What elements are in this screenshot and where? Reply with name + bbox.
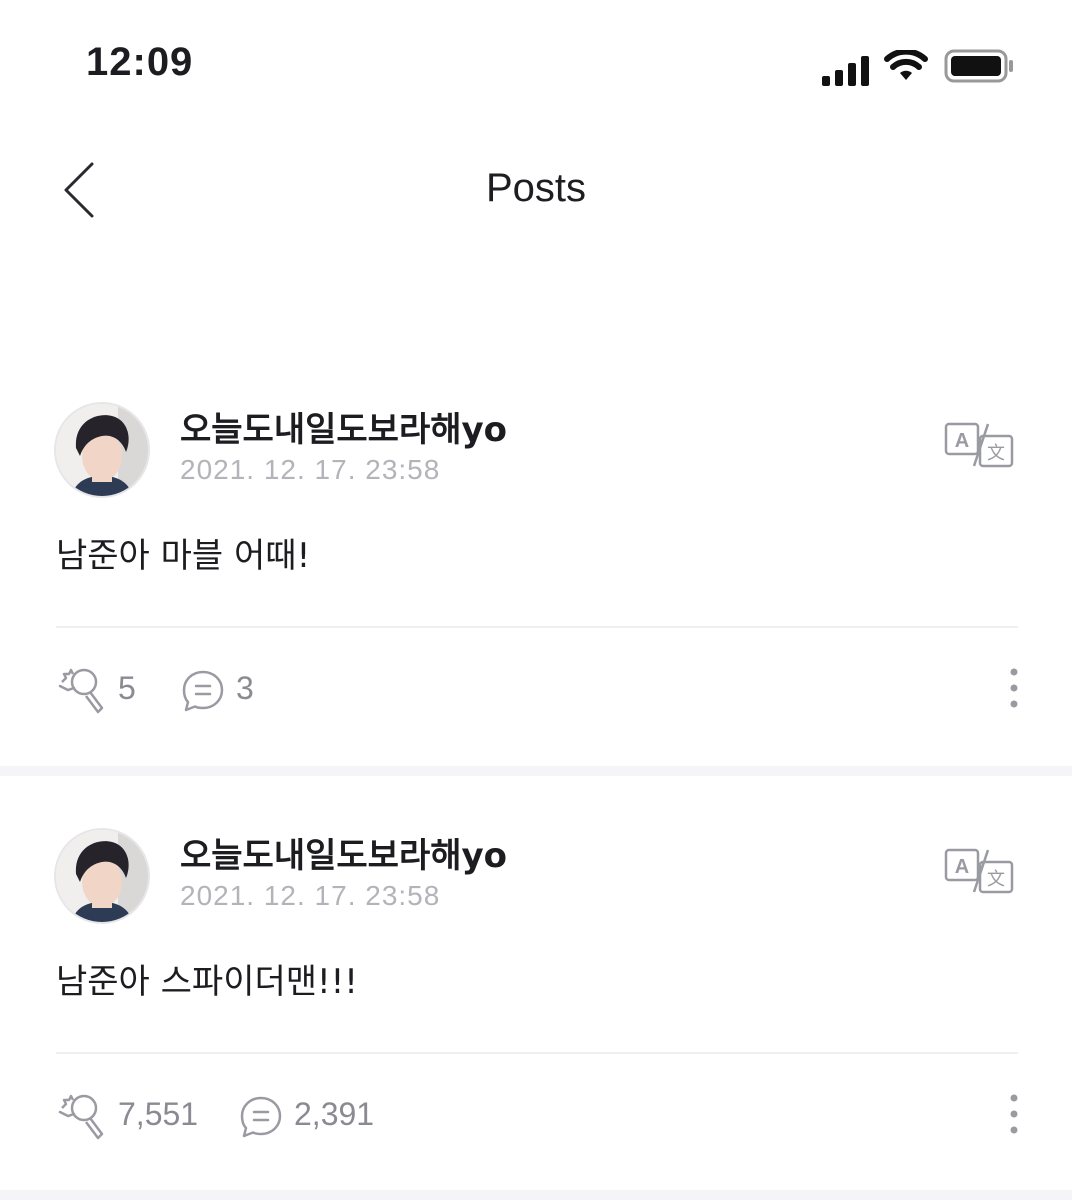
translate-icon: A 文 (944, 422, 1014, 468)
status-bar: 12:09 (0, 0, 1072, 130)
post-actions: 7,551 2,391 (56, 1088, 1018, 1144)
avatar-image (56, 404, 148, 496)
translate-icon: A 文 (944, 848, 1014, 894)
avatar[interactable] (54, 402, 150, 498)
post-date: 2021. 12. 17. 23:58 (180, 454, 441, 485)
comment-count: 2,391 (294, 1096, 375, 1132)
lightstick-icon (58, 1094, 104, 1140)
cheer-button[interactable] (56, 1088, 112, 1144)
author-name[interactable]: 오늘도내일도보라해yo (180, 402, 507, 451)
divider (56, 626, 1018, 628)
svg-text:文: 文 (987, 869, 1005, 890)
page-title: Posts (485, 166, 587, 210)
post-card[interactable]: 오늘도내일도보라해yo 2021. 12. 17. 23:58 A 文 남준아 … (0, 776, 1072, 1186)
author-name[interactable]: 오늘도내일도보라해yo (180, 828, 507, 877)
comment-icon (240, 1096, 282, 1138)
post-card[interactable]: 오늘도내일도보라해yo 2021. 12. 17. 23:58 A 文 남준아 … (0, 390, 1072, 766)
svg-text:A: A (955, 430, 969, 452)
cheer-button[interactable] (56, 662, 112, 718)
translate-button[interactable]: A 文 (944, 846, 1016, 896)
post-separator (0, 766, 1072, 776)
translate-button[interactable]: A 文 (944, 420, 1016, 470)
divider (56, 1052, 1018, 1054)
battery-icon (944, 49, 1013, 83)
cheer-count: 5 (118, 670, 136, 706)
avatar-image (56, 830, 148, 922)
more-vertical-icon (1010, 1094, 1018, 1134)
comment-button[interactable] (180, 668, 226, 714)
svg-text:A: A (955, 856, 969, 878)
more-vertical-icon (1010, 668, 1018, 708)
more-options-button[interactable] (1002, 662, 1026, 718)
bottom-separator (0, 1190, 1072, 1200)
svg-text:文: 文 (987, 443, 1005, 464)
wifi-icon (884, 50, 928, 80)
nav-header: Posts (0, 130, 1072, 250)
avatar[interactable] (54, 828, 150, 924)
cellular-signal-icon (822, 56, 869, 86)
post-body[interactable]: 남준아 스파이더맨!!! (56, 954, 358, 1003)
post-date: 2021. 12. 17. 23:58 (180, 880, 441, 911)
status-time: 12:09 (86, 40, 194, 84)
lightstick-icon (58, 668, 104, 714)
cheer-count: 7,551 (118, 1096, 199, 1132)
status-icons (822, 49, 1022, 86)
post-body[interactable]: 남준아 마블 어때! (56, 528, 310, 577)
more-options-button[interactable] (1002, 1088, 1026, 1144)
comment-button[interactable] (238, 1094, 284, 1140)
comment-icon (182, 670, 224, 712)
comment-count: 3 (236, 670, 254, 706)
post-actions: 5 3 (56, 662, 1018, 718)
